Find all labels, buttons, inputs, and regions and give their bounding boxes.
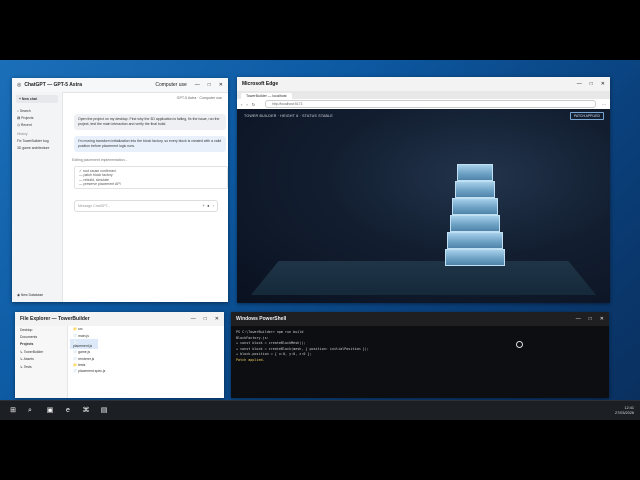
settings-icon[interactable]: ⋯: [602, 102, 606, 107]
terminal-icon[interactable]: ▤: [98, 405, 110, 417]
sidebar-item-documents[interactable]: Documents: [15, 333, 67, 340]
send-icon[interactable]: ↑: [212, 204, 214, 208]
sidebar-item-projects[interactable]: ▤ Projects: [12, 114, 62, 121]
explorer-sidebar: Desktop Documents Projects ↳ TowerBuilde…: [15, 326, 68, 398]
desktop: ◎ ChatGPT — GPT-5 Astra Computer use — □…: [0, 60, 640, 420]
forward-icon[interactable]: ›: [246, 102, 247, 107]
window-title: Microsoft Edge: [242, 81, 279, 87]
terminal-output[interactable]: PS C:\TowerBuilder> npm run build BlockF…: [231, 326, 609, 368]
tower-block: [445, 249, 505, 266]
edge-window: Microsoft Edge — □ ✕ TowerBuilder — loca…: [237, 77, 610, 303]
letterbox-bottom: [0, 420, 640, 480]
floor-plane: [251, 261, 596, 295]
sidebar-item-label: Recent: [20, 122, 32, 127]
search-icon[interactable]: ⌕: [24, 405, 36, 417]
chatgpt-window: ◎ ChatGPT — GPT-5 Astra Computer use — □…: [12, 78, 228, 302]
attach-icon[interactable]: +: [202, 204, 204, 208]
maximize-button[interactable]: □: [208, 82, 211, 88]
list-item[interactable]: 📄 placement.spec.js: [70, 368, 220, 374]
sidebar-item-search[interactable]: ⌕ Search: [12, 107, 62, 114]
game-hud: TOWER BUILDER · HEIGHT 6 · STATUS STABLE: [244, 114, 333, 118]
explorer-titlebar: File Explorer — TowerBuilder — □ ✕: [15, 312, 224, 326]
todo-list: ✓ root cause confirmed — patch block fac…: [74, 166, 228, 190]
letterbox-top: [0, 0, 640, 60]
clock-date: 27/03/2026: [614, 411, 634, 415]
terminal-line: Patch applied.: [236, 357, 265, 362]
chatgpt-titlebar: ◎ ChatGPT — GPT-5 Astra Computer use — □…: [12, 78, 228, 93]
taskbar: ⊞ ⌕ ▣ e ⌘ ▤ 12:41 27/03/2026: [0, 400, 640, 421]
maximize-button[interactable]: □: [204, 316, 207, 322]
url-input[interactable]: http://localhost:5173: [265, 100, 596, 108]
start-icon[interactable]: ⊞: [7, 405, 19, 417]
powershell-titlebar: Windows PowerShell — □ ✕: [231, 312, 609, 326]
close-button[interactable]: ✕: [600, 316, 604, 322]
chat-sidebar: + New chat ⌕ Search ▤ Projects ◷ Recent …: [12, 92, 63, 302]
file-list: 📁 src 📄 main.js 📄 placement.js 📄 game.js…: [70, 326, 220, 375]
refresh-icon[interactable]: ↻: [252, 102, 255, 107]
window-title: File Explorer — TowerBuilder: [20, 316, 90, 322]
browser-tab[interactable]: TowerBuilder — localhost: [241, 93, 292, 99]
game-canvas[interactable]: TOWER BUILDER · HEIGHT 6 · STATUS STABLE…: [237, 109, 610, 303]
powershell-window: Windows PowerShell — □ ✕ PS C:\TowerBuil…: [231, 312, 609, 398]
patch-badge: PATCH APPLIED: [569, 112, 604, 120]
sidebar-item-assets[interactable]: ↳ Assets: [15, 356, 67, 363]
minimize-button[interactable]: —: [576, 316, 581, 322]
sidebar-item-label: Projects: [21, 115, 34, 120]
chatgpt-logo-icon: ◎: [17, 82, 22, 88]
system-clock[interactable]: 12:41 27/03/2026: [615, 406, 634, 416]
history-item[interactable]: 3D game architecture: [12, 144, 62, 151]
sidebar-item-label: Search: [19, 108, 31, 113]
message-input[interactable]: Message ChatGPT... + ⏹ ↑: [74, 200, 218, 212]
history-header: History: [17, 132, 28, 136]
footer-label: New Database: [20, 293, 44, 297]
tower-block: [457, 164, 493, 181]
tower-block: [452, 198, 498, 215]
tower-block: [454, 181, 496, 198]
message-placeholder: Message ChatGPT...: [78, 204, 111, 208]
mode-label: Computer use: [155, 82, 187, 88]
chat-main: GPT-5 Astra · Computer use Open the proj…: [62, 92, 228, 302]
assistant-message: I'm moving transform initialization into…: [74, 136, 226, 152]
close-button[interactable]: ✕: [215, 316, 219, 322]
explorer-icon[interactable]: ▣: [44, 405, 56, 417]
sidebar-item-recent[interactable]: ◷ Recent: [12, 121, 62, 128]
window-title: ChatGPT — GPT-5 Astra: [24, 82, 82, 88]
minimize-button[interactable]: —: [195, 82, 200, 88]
sidebar-item-desktop[interactable]: Desktop: [15, 326, 67, 333]
sidebar-item-projects[interactable]: Projects: [15, 341, 67, 348]
close-button[interactable]: ✕: [601, 81, 605, 87]
chatgpt-icon[interactable]: ⌘: [80, 405, 92, 417]
sidebar-footer[interactable]: ◉ New Database: [17, 293, 43, 297]
file-explorer-window: File Explorer — TowerBuilder — □ ✕ Deskt…: [15, 312, 224, 398]
minimize-button[interactable]: —: [191, 316, 196, 322]
maximize-button[interactable]: □: [589, 316, 592, 322]
sidebar-item-towerbuilder[interactable]: ↳ TowerBuilder: [15, 348, 67, 355]
busy-cursor-icon: [516, 341, 523, 348]
stop-icon[interactable]: ⏹: [208, 204, 210, 208]
tab-strip: TowerBuilder — localhost: [237, 91, 610, 99]
close-button[interactable]: ✕: [219, 82, 223, 88]
status-text: Editing placement implementation...: [72, 158, 128, 162]
user-message: Open the project on my desktop. Find why…: [74, 114, 226, 130]
history-item[interactable]: Fix TowerBuilder bug: [12, 137, 62, 144]
back-icon[interactable]: ‹: [241, 102, 242, 107]
edge-titlebar: Microsoft Edge — □ ✕: [237, 77, 610, 91]
minimize-button[interactable]: —: [577, 81, 582, 87]
new-chat-button[interactable]: + New chat: [16, 95, 58, 103]
tower-block: [447, 232, 503, 249]
model-label[interactable]: GPT-5 Astra · Computer use: [177, 96, 222, 100]
window-title: Windows PowerShell: [236, 316, 287, 322]
maximize-button[interactable]: □: [590, 81, 593, 87]
sidebar-item-tests[interactable]: ↳ Tests: [15, 363, 67, 370]
edge-icon[interactable]: e: [62, 405, 74, 417]
tower-block: [449, 215, 501, 232]
list-item[interactable]: 📄 placement.js: [70, 338, 98, 350]
todo-item: — preserve placement API: [79, 181, 121, 186]
